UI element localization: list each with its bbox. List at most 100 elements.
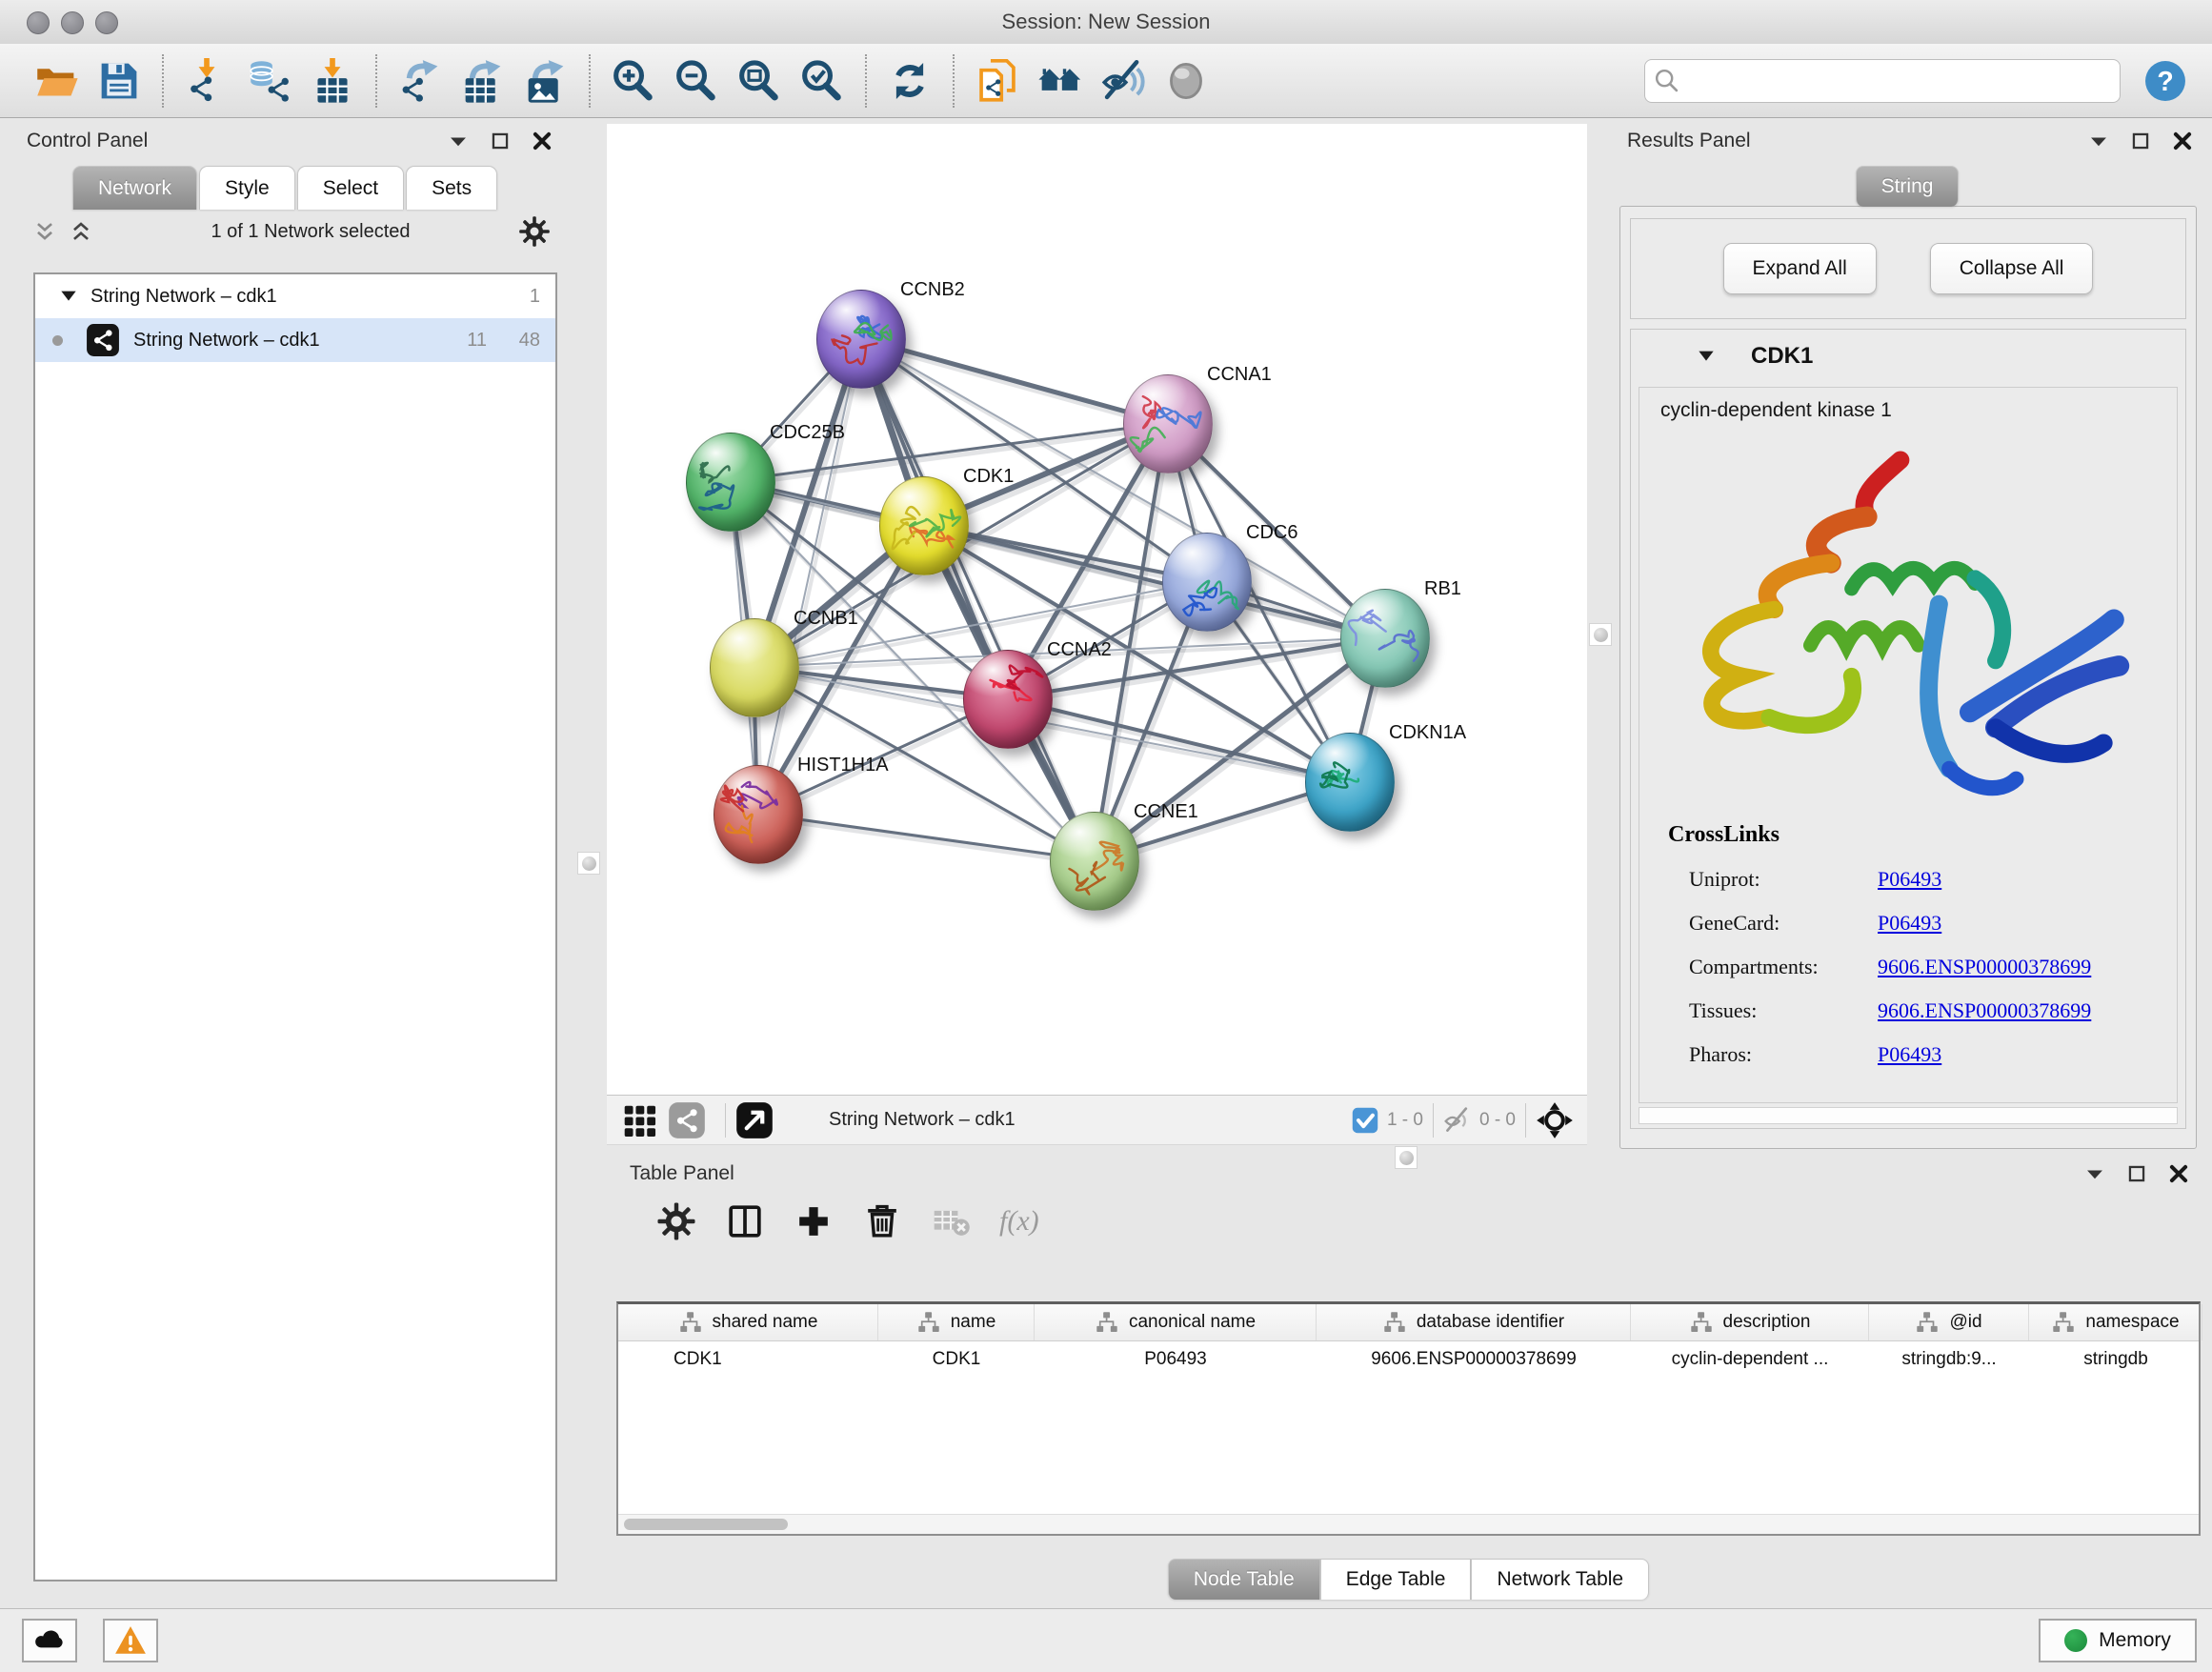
magic-eye-button[interactable]: [1158, 53, 1214, 109]
control-panel-close-icon[interactable]: [528, 127, 556, 155]
result-item-expander-icon[interactable]: [1694, 344, 1719, 369]
cloud-button[interactable]: [22, 1619, 77, 1662]
node-cdc6[interactable]: [1162, 533, 1252, 632]
right-splitter-handle[interactable]: [1589, 623, 1612, 646]
column-header-canonical-name[interactable]: canonical name: [1035, 1304, 1317, 1340]
tab-network-table[interactable]: Network Table: [1471, 1559, 1649, 1600]
svg-text:?: ?: [2157, 67, 2173, 97]
crosslinks-title: CrossLinks: [1668, 822, 2177, 848]
table-panel-menu-icon[interactable]: [2081, 1159, 2109, 1188]
results-panel: Results Panel String Expand All Collapse…: [1612, 124, 2204, 1149]
collapse-all-networks-icon[interactable]: [30, 217, 59, 246]
detach-view-icon[interactable]: [735, 1101, 774, 1139]
node-ccnb2[interactable]: [816, 290, 906, 389]
title-bar: Session: New Session: [0, 0, 2212, 45]
node-ccnb1[interactable]: [710, 618, 799, 717]
crosslink-link[interactable]: P06493: [1878, 1042, 2177, 1067]
column-header--id[interactable]: @id: [1869, 1304, 2029, 1340]
show-columns-icon[interactable]: [725, 1201, 765, 1241]
export-image-button[interactable]: [518, 53, 573, 109]
table-options-gear-icon[interactable]: [656, 1201, 696, 1241]
first-neighbors-button[interactable]: [1033, 53, 1088, 109]
column-header-description[interactable]: description: [1631, 1304, 1869, 1340]
show-hide-button[interactable]: [1096, 53, 1151, 109]
import-network-from-database-button[interactable]: [242, 53, 297, 109]
table-cell[interactable]: cyclin-dependent ...: [1631, 1341, 1869, 1378]
node-ccna2[interactable]: [963, 650, 1053, 749]
network-collection-row[interactable]: String Network – cdk1 1: [35, 274, 555, 318]
crosslink-label: Compartments:: [1689, 955, 1878, 979]
table-cell[interactable]: stringdb: [2029, 1341, 2202, 1378]
table-panel-close-icon[interactable]: [2164, 1159, 2193, 1188]
zoom-selected-button[interactable]: [794, 53, 850, 109]
copy-style-button[interactable]: [970, 53, 1025, 109]
memory-button[interactable]: Memory: [2039, 1619, 2197, 1662]
create-column-icon[interactable]: [794, 1201, 834, 1241]
table-cell[interactable]: CDK1: [618, 1341, 878, 1378]
column-header-namespace[interactable]: namespace: [2029, 1304, 2202, 1340]
zoom-out-button[interactable]: [669, 53, 724, 109]
zoom-in-button[interactable]: [606, 53, 661, 109]
selected-checkbox-icon[interactable]: [1351, 1106, 1379, 1135]
results-panel-menu-icon[interactable]: [2084, 127, 2113, 155]
crosslink-link[interactable]: P06493: [1878, 867, 2177, 892]
scrollbar-thumb[interactable]: [624, 1519, 788, 1530]
expand-all-networks-icon[interactable]: [67, 217, 95, 246]
node-hist1h1a[interactable]: [714, 765, 803, 864]
import-network-button[interactable]: [179, 53, 234, 109]
expand-all-button[interactable]: Expand All: [1723, 243, 1877, 294]
search-input[interactable]: [1644, 59, 2121, 103]
table-horizontal-scrollbar[interactable]: [618, 1514, 2199, 1534]
node-ccne1[interactable]: [1050, 812, 1139, 911]
grid-view-icon[interactable]: [620, 1101, 658, 1139]
save-session-button[interactable]: [91, 53, 147, 109]
export-network-button[interactable]: [392, 53, 448, 109]
node-cdkn1a[interactable]: [1305, 733, 1395, 832]
tab-edge-table[interactable]: Edge Table: [1320, 1559, 1472, 1600]
control-panel-menu-icon[interactable]: [444, 127, 473, 155]
node-cdk1[interactable]: [879, 476, 969, 575]
crosslink-link[interactable]: P06493: [1878, 911, 2177, 936]
delete-column-icon[interactable]: [862, 1201, 902, 1241]
crosslink-link[interactable]: 9606.ENSP00000378699: [1878, 955, 2177, 979]
tab-sets[interactable]: Sets: [406, 166, 497, 210]
result-item-header[interactable]: CDK1: [1631, 330, 2185, 383]
network-birdseye-icon[interactable]: [668, 1101, 706, 1139]
zoom-fit-button[interactable]: [732, 53, 787, 109]
collapse-all-button[interactable]: Collapse All: [1930, 243, 2094, 294]
results-panel-float-icon[interactable]: [2126, 127, 2155, 155]
table-cell[interactable]: CDK1: [878, 1341, 1035, 1378]
column-header-database-identifier[interactable]: database identifier: [1317, 1304, 1631, 1340]
table-panel-float-icon[interactable]: [2122, 1159, 2151, 1188]
column-header-shared-name[interactable]: shared name: [618, 1304, 878, 1340]
network-options-gear-icon[interactable]: [518, 215, 551, 248]
table-cell[interactable]: 9606.ENSP00000378699: [1317, 1341, 1631, 1378]
import-table-button[interactable]: [305, 53, 360, 109]
results-panel-close-icon[interactable]: [2168, 127, 2197, 155]
column-header-name[interactable]: name: [878, 1304, 1035, 1340]
node-ccna1[interactable]: [1123, 374, 1213, 473]
network-row[interactable]: String Network – cdk1 11 48: [35, 318, 555, 362]
collection-expander-icon[interactable]: [56, 284, 81, 309]
warnings-button[interactable]: [103, 1619, 158, 1662]
table-cell[interactable]: P06493: [1035, 1341, 1317, 1378]
tab-node-table[interactable]: Node Table: [1168, 1559, 1320, 1600]
refresh-button[interactable]: [882, 53, 937, 109]
fit-content-crosshair-icon[interactable]: [1536, 1101, 1574, 1139]
open-session-button[interactable]: [29, 53, 84, 109]
tab-select[interactable]: Select: [297, 166, 404, 210]
tab-network[interactable]: Network: [72, 166, 197, 210]
table-row[interactable]: CDK1CDK1P064939606.ENSP00000378699cyclin…: [618, 1341, 2199, 1378]
left-splitter-handle[interactable]: [577, 852, 600, 875]
bottom-splitter-handle[interactable]: [1395, 1146, 1418, 1169]
help-button[interactable]: ?: [2142, 57, 2189, 105]
control-panel-float-icon[interactable]: [486, 127, 514, 155]
tab-string[interactable]: String: [1856, 166, 1960, 207]
export-table-button[interactable]: [455, 53, 511, 109]
node-cdc25b[interactable]: [686, 433, 775, 532]
tab-style[interactable]: Style: [199, 166, 295, 210]
node-rb1[interactable]: [1340, 589, 1430, 688]
table-cell[interactable]: stringdb:9...: [1869, 1341, 2029, 1378]
network-canvas[interactable]: CCNB2CCNA1CDC25BCDK1CDC6RB1CCNB1CCNA2CDK…: [607, 124, 1587, 1095]
crosslink-link[interactable]: 9606.ENSP00000378699: [1878, 998, 2177, 1023]
